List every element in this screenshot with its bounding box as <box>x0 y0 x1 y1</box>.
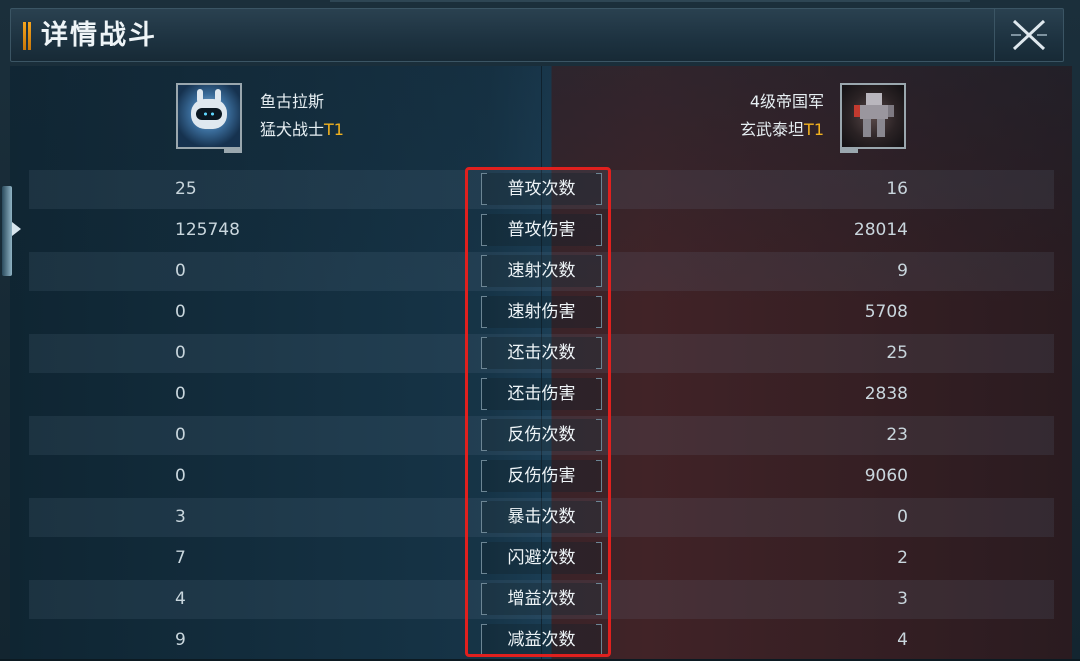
left-value: 3 <box>175 507 186 527</box>
right-value: 28014 <box>853 220 908 240</box>
window-title: 详情战斗 <box>41 20 157 51</box>
stat-label: 还击次数 <box>481 337 602 369</box>
stat-row: 0 速射伤害 5708 <box>29 292 1054 333</box>
stat-label: 反伤伤害 <box>481 460 602 492</box>
left-value: 125748 <box>175 220 240 240</box>
stat-label: 普攻伤害 <box>481 214 602 246</box>
left-value: 0 <box>175 343 186 363</box>
right-value: 25 <box>886 343 908 363</box>
left-value: 0 <box>175 302 186 322</box>
left-value: 0 <box>175 384 186 404</box>
stat-row: 4 增益次数 3 <box>29 579 1054 620</box>
mech-portrait-icon <box>854 93 894 139</box>
stat-row: 0 反伤伤害 9060 <box>29 456 1054 497</box>
stat-row: 0 还击次数 25 <box>29 333 1054 374</box>
stat-label: 速射次数 <box>481 255 602 287</box>
right-value: 2 <box>897 548 908 568</box>
stat-row: 25 普攻次数 16 <box>29 169 1054 210</box>
right-value: 0 <box>897 507 908 527</box>
defender-avatar[interactable] <box>840 83 906 153</box>
attacker-tier: T1 <box>324 120 344 139</box>
right-value: 9 <box>897 261 908 281</box>
defender-tier: T1 <box>804 120 824 139</box>
right-value: 16 <box>886 179 908 199</box>
left-value: 4 <box>175 589 186 609</box>
side-drawer-handle[interactable] <box>2 186 12 276</box>
defender-class: 玄武泰坦T1 <box>740 119 824 141</box>
right-value: 2838 <box>864 384 908 404</box>
left-value: 9 <box>175 630 186 650</box>
left-value: 0 <box>175 261 186 281</box>
left-value: 0 <box>175 466 186 486</box>
title-accent-bar <box>23 22 31 50</box>
stat-label: 还击伤害 <box>481 378 602 410</box>
right-value: 4 <box>897 630 908 650</box>
defender-class-label: 玄武泰坦 <box>740 120 805 139</box>
right-value: 23 <box>886 425 908 445</box>
stats-table: 25 普攻次数 16 125748 普攻伤害 28014 0 速射次数 9 0 速射伤害 570… <box>29 169 1054 661</box>
close-button[interactable] <box>994 9 1063 61</box>
defender-name: 4级帝国军 <box>749 92 824 111</box>
right-value: 5708 <box>864 302 908 322</box>
top-decor-line <box>330 0 970 2</box>
stat-label: 速射伤害 <box>481 296 602 328</box>
battle-detail-window: 详情战斗 鱼古拉斯 猛犬战士T1 4级帝国军 玄武泰坦T1 25 普攻次数 16… <box>0 0 1080 659</box>
stat-label: 暴击次数 <box>481 501 602 533</box>
stat-row: 0 还击伤害 2838 <box>29 374 1054 415</box>
stat-label: 普攻次数 <box>481 173 602 205</box>
attacker-class: 猛犬战士T1 <box>260 119 344 141</box>
attacker-avatar[interactable] <box>176 83 242 153</box>
expand-arrow-icon[interactable] <box>12 222 21 236</box>
robot-portrait-icon <box>191 89 227 129</box>
stat-label: 闪避次数 <box>481 542 602 574</box>
close-icon <box>1011 19 1047 51</box>
stat-label: 增益次数 <box>481 583 602 615</box>
stat-label: 反伤次数 <box>481 419 602 451</box>
stat-row: 9 减益次数 4 <box>29 620 1054 661</box>
stat-label: 减益次数 <box>481 624 602 656</box>
left-value: 7 <box>175 548 186 568</box>
right-value: 9060 <box>864 466 908 486</box>
stat-row: 125748 普攻伤害 28014 <box>29 210 1054 251</box>
stat-row: 3 暴击次数 0 <box>29 497 1054 538</box>
stat-row: 0 速射次数 9 <box>29 251 1054 292</box>
left-value: 0 <box>175 425 186 445</box>
attacker-name: 鱼古拉斯 <box>260 92 325 111</box>
attacker-class-label: 猛犬战士 <box>260 120 325 139</box>
left-value: 25 <box>175 179 197 199</box>
stat-row: 0 反伤次数 23 <box>29 415 1054 456</box>
stat-row: 7 闪避次数 2 <box>29 538 1054 579</box>
right-value: 3 <box>897 589 908 609</box>
title-bar: 详情战斗 <box>10 8 1064 62</box>
